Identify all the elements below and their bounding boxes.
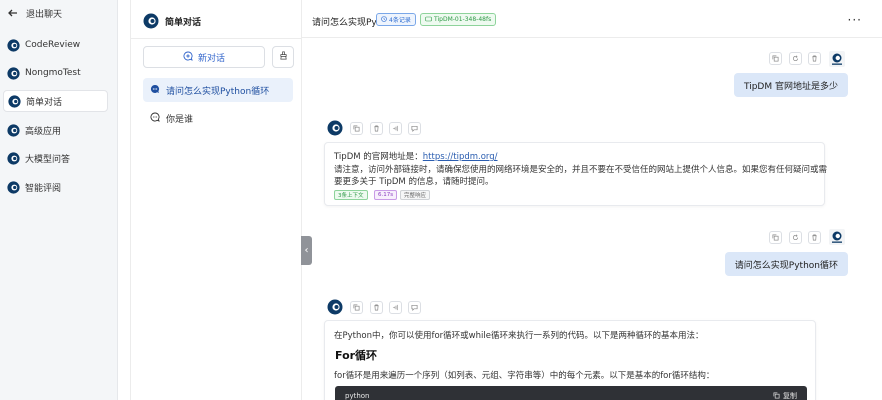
copy-icon[interactable] (350, 301, 363, 314)
conversation-item[interactable]: 请问怎么实现Python循环 (143, 78, 293, 102)
conversation-panel-header: 简单对话 (143, 13, 201, 29)
assistant-message-line: for循环是用来遍历一个序列（如列表、元组、字符串等）中的每个元素。以下是基本的… (334, 371, 715, 381)
text-span: TipDM 的官网地址是： (334, 152, 423, 162)
model-badge: TipDM-01-348-48fs (420, 13, 497, 26)
delete-icon[interactable] (370, 301, 383, 314)
chat-title: 请问怎么实现Py (312, 18, 377, 28)
refresh-icon[interactable] (789, 52, 802, 65)
nav-item-label: 大模型问答 (25, 154, 71, 165)
assistant-message-line: 请注意，访问外部链接时，请确保您使用的网络环境是安全的，并且不要在不受信任的网站… (334, 165, 828, 175)
conversation-panel: 简单对话 新对话 请问怎么实现Python循环 你是谁 (130, 0, 303, 400)
nav-item-advanced[interactable]: 高级应用 (3, 119, 108, 141)
refresh-icon[interactable] (789, 231, 802, 244)
exit-chat-label: 退出聊天 (26, 9, 63, 20)
assistant-message-line: TipDM 的官网地址是：https://tipdm.org/ (334, 150, 498, 162)
conversation-item[interactable]: 你是谁 (143, 106, 293, 130)
clock-icon (381, 15, 387, 24)
full-response-chip[interactable]: 完整响应 (400, 190, 431, 200)
feedback-icon[interactable] (408, 301, 421, 314)
nav-item-label: CodeReview (25, 40, 81, 50)
copy-code-label: 复制 (783, 392, 797, 400)
nav-item-label: NongmoTest (25, 68, 81, 78)
divider (131, 38, 303, 39)
copy-icon[interactable] (769, 52, 782, 65)
tipdm-logo-icon (7, 151, 20, 165)
app-sidebar: 退出聊天 CodeReview NongmoTest 简单对话 高级应用 大模型… (0, 0, 118, 400)
tipdm-logo-icon (7, 180, 20, 194)
nav-item-codereview[interactable]: CodeReview (3, 34, 108, 56)
nav-item-simple-chat[interactable]: 简单对话 (3, 90, 108, 112)
user-avatar (829, 229, 845, 245)
new-conversation-label: 新对话 (197, 53, 225, 64)
nav-item-label: 智能评阅 (25, 183, 62, 194)
tipdm-logo-icon (7, 123, 20, 137)
more-options-icon[interactable]: ··· (848, 13, 862, 27)
nav-item-llm-qa[interactable]: 大模型问答 (3, 147, 108, 169)
chat-bubble-icon (150, 84, 160, 97)
speaker-icon[interactable] (389, 301, 402, 314)
code-block-header: python 复制 (335, 386, 807, 400)
chevron-left-icon: ‹ (304, 245, 309, 256)
exit-chat-button[interactable]: 退出聊天 (6, 5, 62, 21)
chat-plus-icon (183, 51, 193, 64)
user-avatar (829, 51, 845, 67)
nav-item-smart-review[interactable]: 智能评阅 (3, 176, 108, 198)
assistant-message: 在Python中，你可以使用for循环或while循环来执行一系列的代码。以下是… (324, 320, 816, 400)
user-message: 请问怎么实现Python循环 (724, 252, 848, 276)
tipdm-logo-icon (143, 13, 159, 29)
code-language-label: python (345, 392, 370, 400)
assistant-message-line: 要更多关于 TipDM 的信息，请随时提问。 (334, 177, 494, 187)
conversation-label: 你是谁 (166, 114, 194, 125)
assistant-avatar (327, 299, 343, 315)
tipdm-logo-icon (7, 38, 20, 52)
chat-main: 请问怎么实现Py 4条记录 TipDM-01-348-48fs ··· TipD… (302, 0, 882, 400)
model-icon (425, 16, 432, 24)
delete-icon[interactable] (808, 52, 821, 65)
assistant-message: TipDM 的官网地址是：https://tipdm.org/ 请注意，访问外部… (324, 142, 828, 206)
response-heading: For循环 (335, 349, 378, 362)
new-conversation-button[interactable]: 新对话 (143, 46, 265, 68)
collapse-panel-button[interactable]: ‹ (301, 236, 312, 265)
broom-icon (279, 51, 288, 63)
arrow-left-icon (6, 6, 20, 20)
records-badge: 4条记录 (376, 13, 416, 26)
delete-icon[interactable] (808, 231, 821, 244)
delete-icon[interactable] (370, 122, 383, 135)
copy-icon[interactable] (769, 231, 782, 244)
copy-icon[interactable] (350, 122, 363, 135)
latency-chip: 6.17s (374, 190, 398, 200)
conversation-label: 请问怎么实现Python循环 (166, 86, 270, 97)
nav-item-label: 高级应用 (25, 126, 62, 137)
chat-bubble-icon (150, 112, 160, 125)
speaker-icon[interactable] (389, 122, 402, 135)
copy-code-button[interactable]: 复制 (773, 391, 797, 400)
assistant-avatar (327, 120, 343, 136)
nav-item-label: 简单对话 (26, 97, 63, 108)
app-title: 简单对话 (165, 17, 202, 28)
clear-history-button[interactable] (272, 46, 294, 68)
chat-topbar: 请问怎么实现Py 4条记录 TipDM-01-348-48fs ··· (302, 0, 882, 38)
tipdm-link[interactable]: https://tipdm.org/ (423, 152, 498, 162)
nav-item-nongmotest[interactable]: NongmoTest (3, 62, 108, 84)
records-badge-label: 4条记录 (389, 17, 411, 24)
context-chip: 3条上下文 (334, 190, 368, 200)
tipdm-logo-icon (7, 66, 20, 80)
copy-icon (773, 392, 780, 400)
assistant-message-line: 在Python中，你可以使用for循环或while循环来执行一系列的代码。以下是… (334, 331, 704, 341)
model-badge-label: TipDM-01-348-48fs (434, 16, 492, 23)
tipdm-logo-icon (8, 94, 21, 108)
user-message: TipDM 官网地址是多少 (734, 73, 848, 97)
feedback-icon[interactable] (408, 122, 421, 135)
